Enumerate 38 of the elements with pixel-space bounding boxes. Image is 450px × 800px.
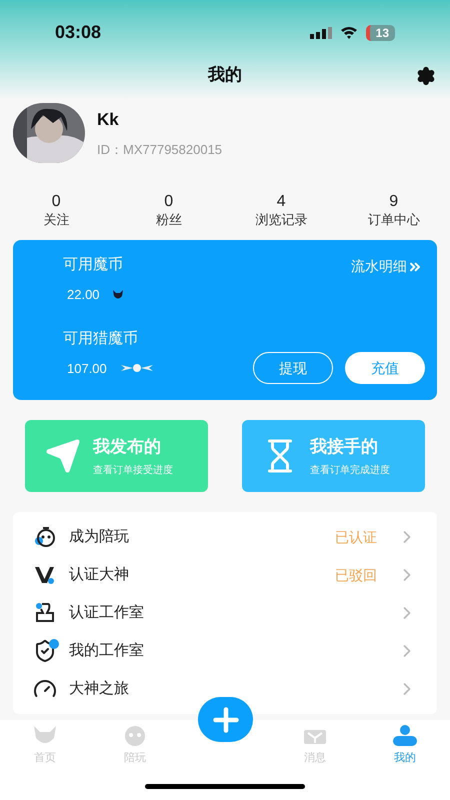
balance-amount: 107.00 bbox=[67, 360, 107, 378]
user-name: Kk bbox=[97, 108, 120, 130]
balance-label: 可用猎魔币 bbox=[63, 330, 138, 346]
settings-button[interactable] bbox=[416, 66, 436, 86]
balance-amount: 22.00 bbox=[67, 286, 100, 304]
menu-item[interactable]: 成为陪玩 已认证 bbox=[13, 518, 437, 556]
menu-label: 成为陪玩 bbox=[69, 526, 130, 547]
menu-item[interactable]: 认证工作室 bbox=[13, 594, 437, 632]
user-icon bbox=[392, 724, 418, 746]
page-title: 我的 bbox=[208, 64, 242, 86]
status-time: 03:08 bbox=[55, 21, 102, 44]
stat-item[interactable]: 4 浏览记录 bbox=[225, 192, 338, 236]
status-label: 已驳回 bbox=[335, 566, 377, 584]
status-label: 已认证 bbox=[335, 528, 377, 546]
stat-item[interactable]: 0 关注 bbox=[0, 192, 112, 236]
robot-face-icon bbox=[124, 724, 146, 746]
stat-item[interactable]: 0 粉丝 bbox=[112, 192, 225, 236]
winged-coin-icon bbox=[118, 363, 155, 374]
menu-item[interactable]: 大神之旅 bbox=[13, 670, 437, 708]
settings-icon bbox=[416, 66, 436, 86]
signal-icon bbox=[310, 26, 332, 38]
menu-label: 认证大神 bbox=[69, 564, 130, 585]
face-icon bbox=[33, 525, 57, 549]
menu-item[interactable]: 我的工作室 bbox=[13, 632, 437, 670]
menu-label: 认证工作室 bbox=[69, 602, 145, 623]
menu-item[interactable]: 认证大神 已驳回 bbox=[13, 556, 437, 594]
stat-item[interactable]: 9 订单中心 bbox=[338, 192, 450, 236]
menu-label: 我的工作室 bbox=[69, 640, 145, 661]
demon-coin-icon bbox=[112, 288, 124, 301]
menu-label: 大神之旅 bbox=[69, 678, 130, 699]
stamp-icon bbox=[33, 601, 57, 625]
shield-check-icon bbox=[33, 639, 57, 663]
wifi-icon bbox=[340, 26, 358, 39]
message-icon bbox=[304, 728, 326, 746]
user-id: ID：MX77795820015 bbox=[97, 141, 222, 159]
balance-label: 可用魔币 bbox=[63, 256, 123, 273]
paper-plane-icon bbox=[45, 438, 81, 474]
battery-indicator: 13 bbox=[366, 24, 395, 40]
